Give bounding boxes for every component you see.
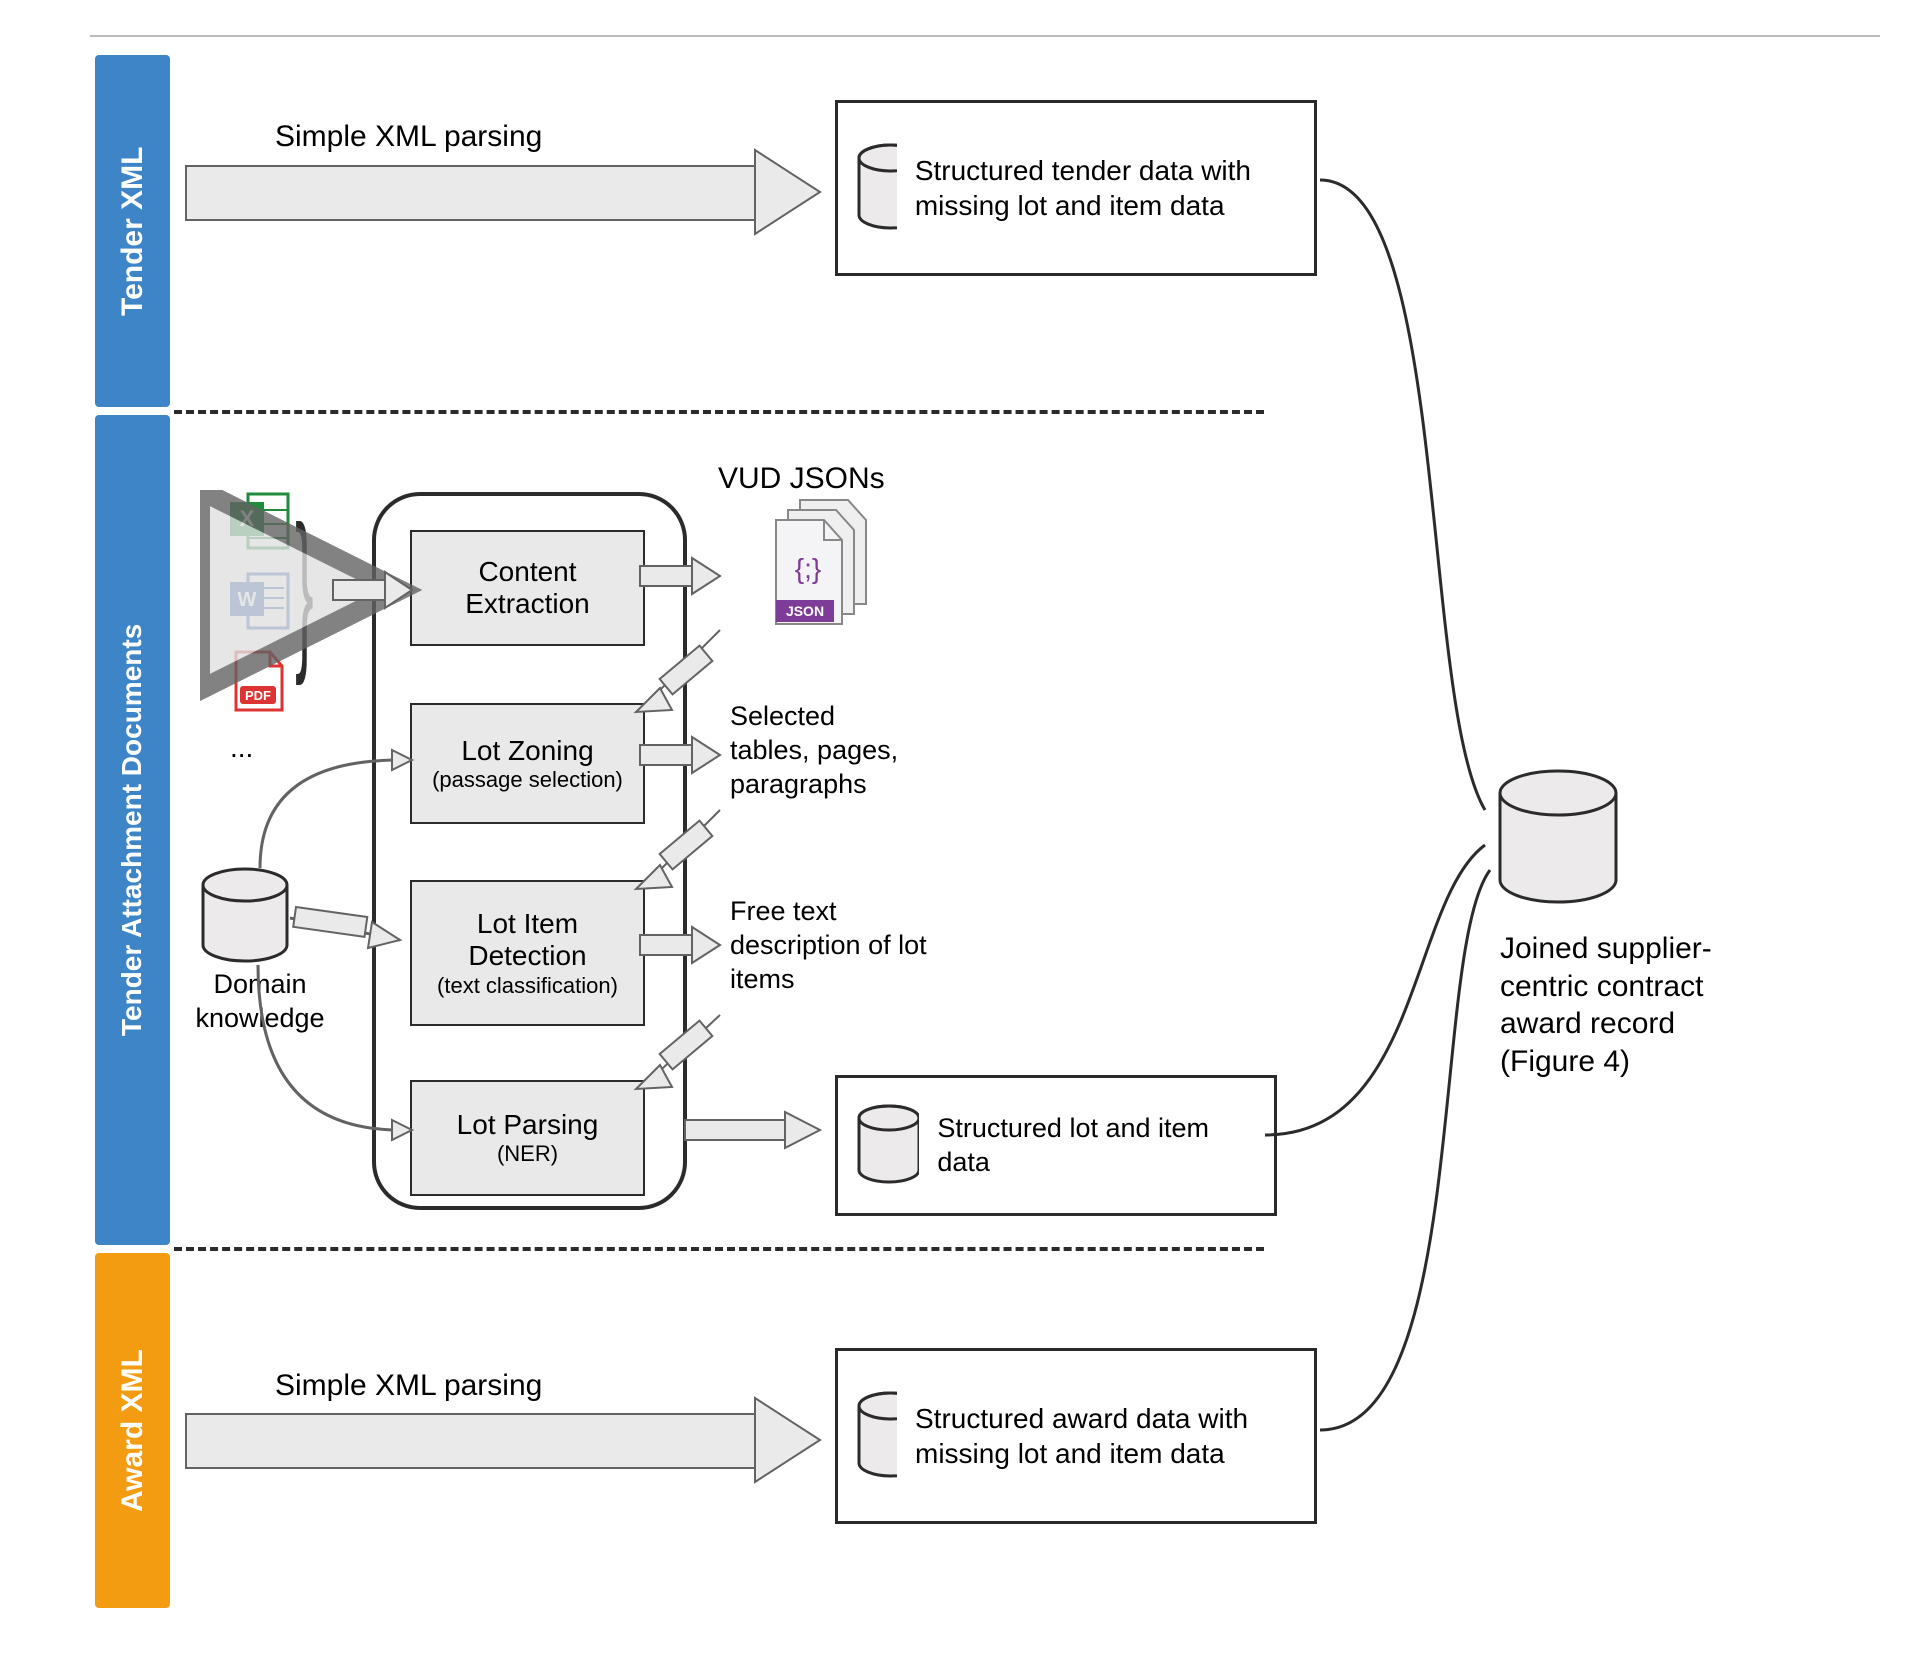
lane-tender-xml: Tender XML: [95, 55, 170, 407]
label-selected-tables: Selected tables, pages, paragraphs: [730, 700, 900, 801]
label-simple-xml-parsing-bottom: Simple XML parsing: [275, 1367, 542, 1405]
step-sub: (passage selection): [420, 767, 635, 792]
brace-files: }: [295, 487, 313, 690]
box-structured-tender-data: Structured tender data with missing lot …: [835, 100, 1317, 276]
step-title: Extraction: [420, 588, 635, 620]
arrow-xml-parsing-award: [185, 1413, 757, 1469]
step-title: Detection: [420, 940, 635, 972]
step-lot-zoning: Lot Zoning (passage selection): [410, 703, 645, 824]
step-title: Lot Item: [420, 908, 635, 940]
step-title: Lot Zoning: [420, 735, 635, 767]
text-structured-tender: Structured tender data with missing lot …: [915, 153, 1296, 223]
label-simple-xml-parsing-top: Simple XML parsing: [275, 118, 542, 156]
file-icons-stack: X W PDF ...: [230, 490, 292, 764]
database-icon: [856, 143, 897, 233]
json-files-icon: {;} JSON: [776, 500, 866, 624]
svg-text:W: W: [238, 589, 257, 611]
svg-text:{;}: {;}: [795, 553, 821, 584]
step-title: Content: [420, 556, 635, 588]
joined-db-icon: [1500, 771, 1616, 902]
lane-attachments: Tender Attachment Documents: [95, 415, 170, 1245]
diagram-canvas: Tender XML Tender Attachment Documents A…: [0, 0, 1920, 1667]
ellipsis-icon: ...: [230, 732, 253, 764]
label-vud-jsons: VUD JSONs: [718, 460, 885, 498]
label-joined-record: Joined supplier-centric contract award r…: [1500, 930, 1770, 1080]
step-sub: (NER): [420, 1141, 635, 1166]
database-icon: [856, 1104, 919, 1188]
step-content-extraction: Content Extraction: [410, 530, 645, 646]
box-structured-lot-data: Structured lot and item data: [835, 1075, 1277, 1216]
text-structured-award: Structured award data with missing lot a…: [915, 1401, 1296, 1471]
dashed-separator-1: [174, 410, 1264, 414]
word-icon: W: [230, 570, 292, 632]
lane-award-xml: Award XML: [95, 1253, 170, 1608]
dashed-separator-2: [174, 1247, 1264, 1251]
step-sub: (text classification): [420, 973, 635, 998]
box-structured-award-data: Structured award data with missing lot a…: [835, 1348, 1317, 1524]
svg-text:JSON: JSON: [786, 603, 824, 619]
step-lot-item-detection: Lot Item Detection (text classification): [410, 880, 645, 1026]
label-free-text: Free text description of lot items: [730, 895, 960, 996]
svg-text:X: X: [240, 506, 255, 531]
domain-knowledge-db: [203, 869, 287, 961]
svg-text:PDF: PDF: [245, 688, 271, 703]
label-domain-knowledge: Domain knowledge: [175, 968, 345, 1036]
text-structured-lot: Structured lot and item data: [937, 1112, 1256, 1180]
arrow-xml-parsing-tender: [185, 165, 757, 221]
database-icon: [856, 1391, 897, 1481]
top-rule: [90, 35, 1880, 37]
excel-icon: X: [230, 490, 292, 552]
step-title: Lot Parsing: [420, 1109, 635, 1141]
step-lot-parsing: Lot Parsing (NER): [410, 1080, 645, 1196]
pdf-icon: PDF: [230, 650, 286, 714]
